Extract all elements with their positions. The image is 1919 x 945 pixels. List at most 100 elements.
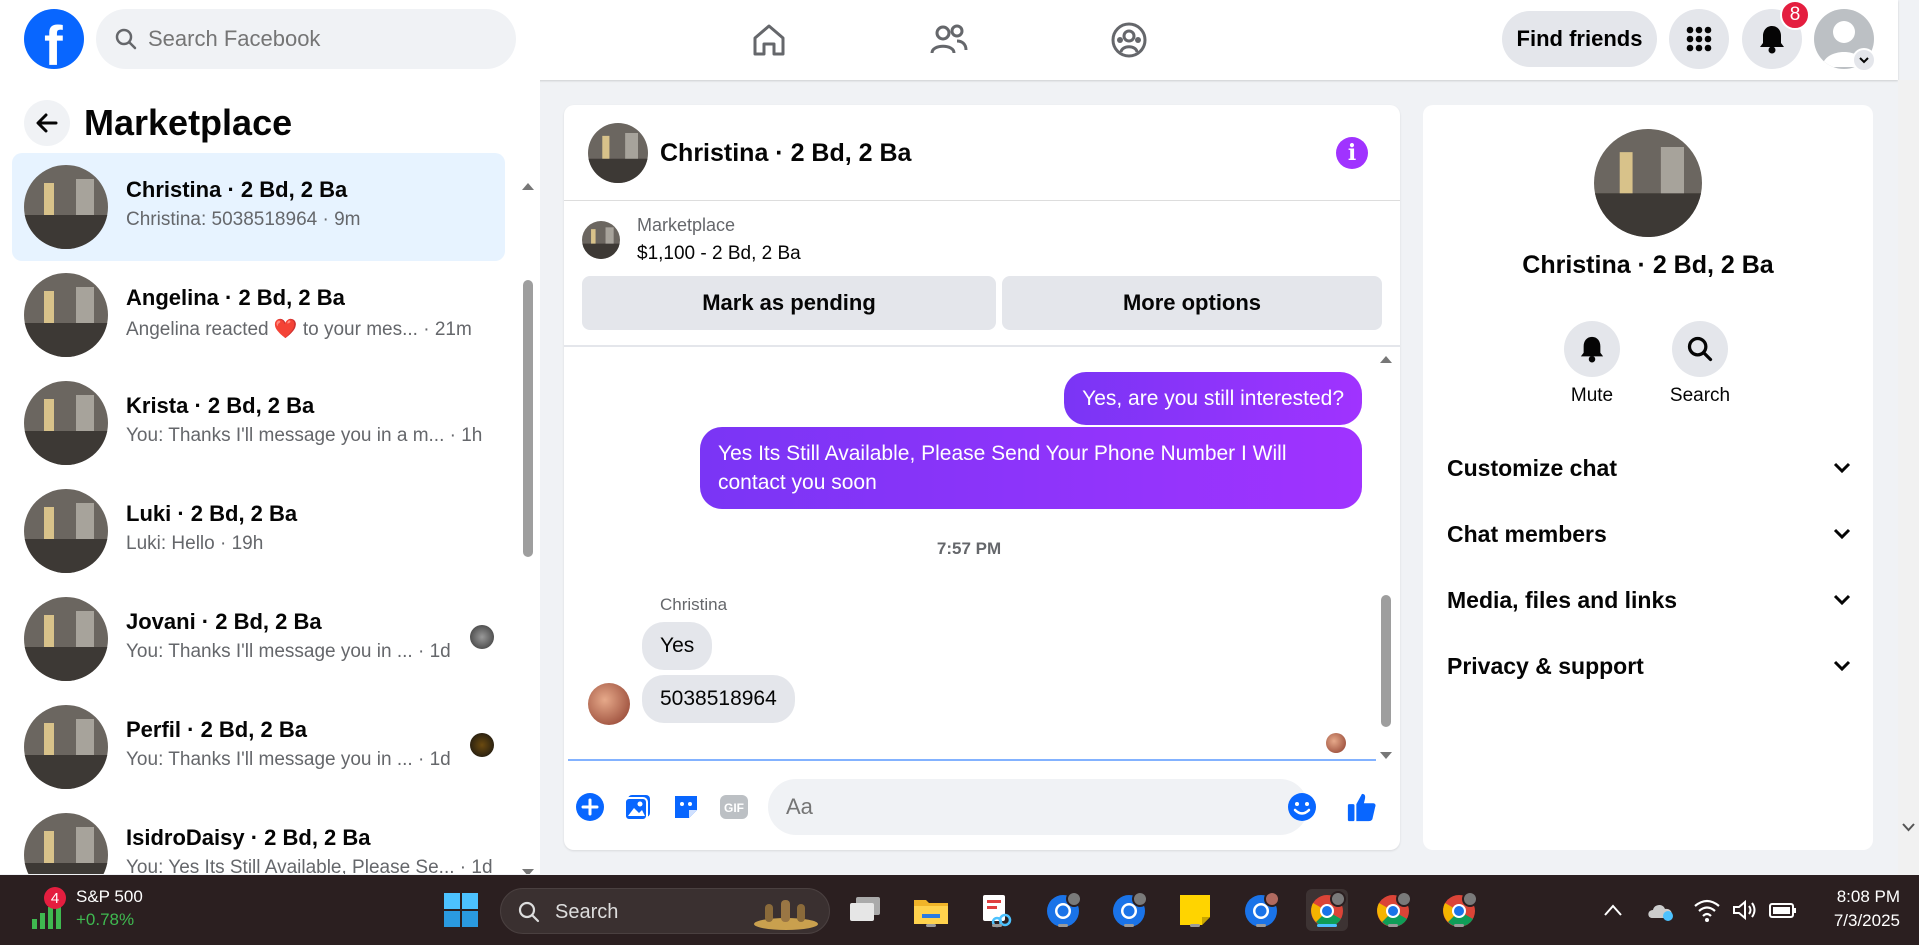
grid-icon bbox=[1686, 26, 1712, 52]
conversation-item[interactable]: Jovani · 2 Bd, 2 Ba You: Thanks I'll mes… bbox=[12, 585, 505, 693]
sticky-notes-icon[interactable] bbox=[1174, 889, 1216, 931]
volume-icon[interactable] bbox=[1724, 889, 1766, 931]
contact-name: Christina · 2 Bd, 2 Ba bbox=[1522, 251, 1774, 279]
divider bbox=[564, 345, 1400, 347]
chrome-profile-3-icon[interactable] bbox=[1240, 889, 1282, 931]
wifi-icon[interactable] bbox=[1686, 889, 1728, 931]
groups-nav-icon[interactable] bbox=[1103, 14, 1155, 66]
conversation-item[interactable]: IsidroDaisy · 2 Bd, 2 Ba You: Yes Its St… bbox=[12, 801, 505, 874]
outgoing-message[interactable]: Yes Its Still Available, Please Send You… bbox=[700, 427, 1362, 509]
chat-avatar[interactable] bbox=[588, 123, 648, 183]
stock-badge: 4 bbox=[44, 887, 66, 909]
chrome-profile-2-icon[interactable] bbox=[1108, 889, 1150, 931]
section-label: Media, files and links bbox=[1447, 586, 1678, 613]
chat-title[interactable]: Christina · 2 Bd, 2 Ba bbox=[660, 139, 911, 168]
chrome-active-icon[interactable] bbox=[1306, 889, 1348, 931]
clock-date: 7/3/2025 bbox=[1833, 911, 1900, 930]
taskbar-search-label: Search bbox=[555, 901, 619, 923]
start-icon[interactable] bbox=[440, 889, 482, 931]
running-indicator bbox=[926, 924, 936, 927]
top-navigation-bar: f Find friends 8 bbox=[0, 0, 1898, 80]
media-files-links-section[interactable]: Media, files and links bbox=[1447, 575, 1851, 625]
customize-chat-section[interactable]: Customize chat bbox=[1447, 443, 1851, 493]
mark-as-pending-button[interactable]: Mark as pending bbox=[582, 276, 996, 330]
account-chevron-down-icon[interactable] bbox=[1852, 48, 1876, 72]
battery-icon[interactable] bbox=[1762, 889, 1804, 931]
conversation-name: Luki · 2 Bd, 2 Ba bbox=[126, 501, 298, 526]
search-highlight-icon bbox=[754, 900, 818, 930]
file-explorer-icon[interactable] bbox=[910, 889, 952, 931]
chevron-down-icon bbox=[1833, 594, 1851, 606]
room-thumbnail bbox=[24, 165, 108, 249]
privacy-support-section[interactable]: Privacy & support bbox=[1447, 641, 1851, 691]
page-title: Marketplace bbox=[84, 102, 293, 143]
chrome-profile-4-icon[interactable] bbox=[1372, 889, 1414, 931]
search-input[interactable] bbox=[148, 9, 488, 69]
taskbar-search[interactable]: Search bbox=[500, 888, 830, 934]
conversation-item[interactable]: Angelina · 2 Bd, 2 Ba Angelina reacted ❤… bbox=[12, 261, 505, 369]
snipping-tool-icon[interactable] bbox=[976, 889, 1018, 931]
conversation-name: Angelina · 2 Bd, 2 Ba bbox=[126, 285, 345, 310]
friends-nav-icon[interactable] bbox=[923, 14, 975, 66]
svg-text:GIF: GIF bbox=[724, 801, 744, 815]
info-icon[interactable]: i bbox=[1336, 137, 1368, 169]
conversation-item[interactable]: Perfil · 2 Bd, 2 Ba You: Thanks I'll mes… bbox=[12, 693, 505, 801]
sticker-icon[interactable] bbox=[670, 791, 702, 823]
photo-icon[interactable] bbox=[622, 791, 654, 823]
search-in-chat-button[interactable]: Search bbox=[1655, 321, 1745, 407]
conversation-preview: Luki: Hello · 19h bbox=[126, 533, 264, 554]
composer-divider bbox=[568, 759, 1376, 761]
outgoing-message[interactable]: Yes, are you still interested? bbox=[1064, 372, 1362, 425]
sender-name: Christina bbox=[660, 595, 728, 614]
seen-avatar bbox=[470, 733, 494, 757]
gif-icon[interactable]: GIF bbox=[718, 791, 750, 823]
preview-text: to your mes... · 21m bbox=[302, 319, 472, 340]
search-label: Search bbox=[1669, 385, 1731, 406]
clock[interactable]: 8:08 PM 7/3/2025 bbox=[1800, 887, 1900, 931]
back-button[interactable] bbox=[24, 100, 70, 146]
sender-avatar[interactable] bbox=[588, 683, 630, 725]
chrome-profile-5-icon[interactable] bbox=[1438, 889, 1480, 931]
room-thumbnail bbox=[24, 705, 108, 789]
task-view-icon[interactable] bbox=[844, 889, 886, 931]
thumbs-up-icon[interactable] bbox=[1346, 791, 1378, 823]
listing-source-label: Marketplace bbox=[637, 215, 736, 235]
room-thumbnail bbox=[24, 813, 108, 874]
conversation-item[interactable]: Christina · 2 Bd, 2 Ba Christina: 503851… bbox=[12, 153, 505, 261]
plus-circle-icon[interactable] bbox=[574, 791, 606, 823]
conversation-name: Christina · 2 Bd, 2 Ba bbox=[126, 177, 348, 202]
emoji-icon[interactable] bbox=[1286, 791, 1318, 823]
conversation-item[interactable]: Luki · 2 Bd, 2 Ba Luki: Hello · 19h bbox=[12, 477, 505, 585]
preview-text: Angelina reacted bbox=[126, 319, 269, 340]
more-options-button[interactable]: More options bbox=[1002, 276, 1382, 330]
chrome-profile-1-icon[interactable] bbox=[1042, 889, 1084, 931]
search-icon bbox=[115, 28, 137, 50]
search-box[interactable] bbox=[96, 9, 516, 69]
facebook-logo[interactable]: f bbox=[24, 9, 84, 77]
bell-icon bbox=[1760, 26, 1784, 54]
message-input[interactable] bbox=[768, 779, 1308, 835]
listing-thumbnail bbox=[582, 221, 620, 259]
heart-reaction-icon: ❤️ bbox=[273, 319, 298, 340]
contact-avatar[interactable] bbox=[1594, 129, 1702, 237]
page-scrollbar[interactable] bbox=[1898, 80, 1919, 875]
incoming-message[interactable]: 5038518964 bbox=[642, 675, 795, 723]
chat-scrollbar[interactable] bbox=[1378, 353, 1394, 763]
arrow-left-icon bbox=[36, 113, 58, 133]
conversation-list-scrollbar[interactable] bbox=[520, 180, 536, 874]
find-friends-button[interactable]: Find friends bbox=[1502, 11, 1657, 67]
chevron-up-icon[interactable] bbox=[1592, 889, 1634, 931]
active-indicator bbox=[1317, 924, 1337, 927]
chat-members-section[interactable]: Chat members bbox=[1447, 509, 1851, 559]
conversation-preview: You: Thanks I'll message you in ... · 1d bbox=[126, 641, 451, 662]
section-label: Privacy & support bbox=[1447, 652, 1644, 679]
menu-grid-button[interactable] bbox=[1669, 9, 1729, 69]
onedrive-icon[interactable] bbox=[1640, 889, 1682, 931]
conversation-item[interactable]: Krista · 2 Bd, 2 Ba You: Thanks I'll mes… bbox=[12, 369, 505, 477]
mute-button[interactable]: Mute bbox=[1547, 321, 1637, 407]
incoming-message[interactable]: Yes bbox=[642, 622, 713, 670]
running-indicator bbox=[992, 924, 1002, 927]
home-nav-icon[interactable] bbox=[743, 14, 795, 66]
running-indicator bbox=[1388, 924, 1398, 927]
conversation-details-panel: Christina · 2 Bd, 2 Ba Mute Search Custo… bbox=[1423, 105, 1873, 850]
